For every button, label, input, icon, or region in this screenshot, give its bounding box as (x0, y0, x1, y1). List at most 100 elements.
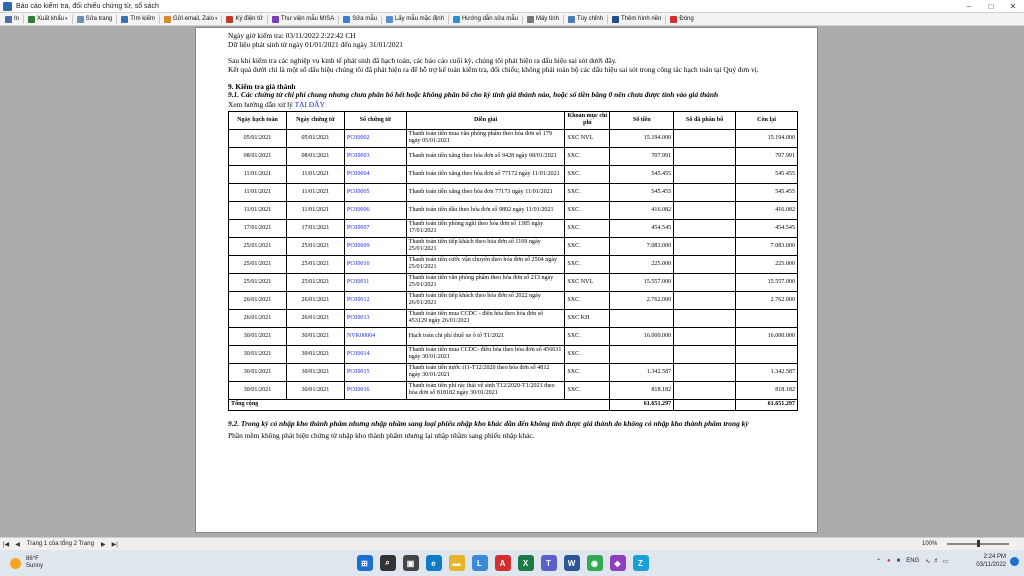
antivirus-icon[interactable]: ● (887, 558, 891, 564)
amount-cell: 454.545 (609, 218, 675, 238)
amount-cell: 416.082 (609, 200, 675, 220)
zalo-icon[interactable]: Z (632, 555, 649, 571)
chevron-up-icon[interactable]: ⌃ (876, 558, 881, 565)
subsection-9-2-title: 9.2. Trong kỳ có nhập kho thành phẩm như… (228, 418, 749, 428)
weather-widget[interactable]: 86°F Sunny (10, 556, 130, 570)
cost-item-cell: SXC. (564, 254, 611, 274)
word-icon[interactable]: W (563, 555, 580, 571)
table-row: 30/01/2021 30/01/2021 NVK00004 Hạch toán ch… (228, 326, 798, 346)
language-indicator[interactable]: ENG (906, 558, 919, 564)
remaining-amount-cell: 818.182 (735, 380, 798, 400)
remaining-amount-cell: 454.545 (735, 218, 798, 238)
toolbar-item-calculator[interactable]: Máy tính (524, 13, 562, 25)
posting-date-cell: 25/01/2021 (228, 236, 287, 256)
toolbar-item-background[interactable]: Thêm hình nền (609, 13, 664, 25)
table-row: 11/01/2021 11/01/2021 PC00006 Thanh toán ti… (228, 200, 798, 220)
task-view-icon[interactable]: ▣ (402, 555, 419, 571)
cost-item-cell: SXC. (564, 290, 611, 310)
toolbar-item-email[interactable]: Gửi email, Zalo ▾ (161, 13, 221, 25)
allocated-amount-cell (673, 254, 737, 274)
last-page-icon[interactable]: ▶| (112, 541, 118, 548)
excel-icon[interactable]: X (517, 555, 534, 571)
clock[interactable]: 2:24 PM 03/11/2022 (958, 553, 1006, 569)
close-icon (670, 15, 678, 23)
toolbar-item-help[interactable]: Hướng dẫn sửa mẫu (450, 13, 521, 25)
remaining-amount-cell: 225.000 (735, 254, 798, 274)
table-row: 26/01/2021 26/01/2021 PC00013 Thanh toán ti… (228, 308, 798, 328)
maximize-button[interactable]: □ (980, 0, 1002, 13)
toolbar-item-settings[interactable]: Tùy chỉnh (565, 13, 606, 25)
description-cell: Thanh toán tiền văn phòng phẩm theo hóa … (405, 272, 566, 292)
battery-icon[interactable]: ▭ (942, 558, 948, 565)
zoom-level: 100% (922, 541, 938, 547)
signature-icon (226, 15, 234, 23)
cost-item-cell: SXC. (564, 200, 611, 220)
guide-link[interactable]: TẠI ĐÂY (295, 100, 325, 109)
volume-icon[interactable]: ♬ (933, 558, 939, 564)
table-row: 25/01/2021 25/01/2021 PC00011 Thanh toán ti… (228, 272, 798, 292)
voucher-number-cell[interactable]: NVK00004 (343, 326, 407, 346)
toolbar-item-close[interactable]: Đóng (667, 13, 696, 25)
data-period: Dữ liệu phát sinh từ ngày 01/01/2021 đến… (228, 40, 403, 49)
close-window-button[interactable]: ✕ (1002, 0, 1024, 13)
intro-paragraph-2: Kết quả dưới chỉ là một số dấu hiệu chún… (228, 65, 759, 74)
toolbar-item-page-edit[interactable]: Sửa trang (74, 13, 116, 25)
next-page-icon[interactable]: ▶ (101, 541, 106, 548)
app-tray-icon[interactable]: ■ (897, 558, 901, 564)
file-explorer-icon[interactable]: ▬ (448, 555, 465, 571)
toolbar-item-default-template[interactable]: Lấy mẫu mặc định (383, 13, 447, 25)
acrobat-icon[interactable]: A (494, 555, 511, 571)
notification-icon[interactable] (1010, 556, 1019, 566)
voucher-number-cell[interactable]: PC00002 (343, 128, 407, 148)
toolbar-item-search[interactable]: Tìm kiếm (118, 13, 158, 25)
voucher-number-cell[interactable]: PC00010 (343, 254, 407, 274)
toolbar-item-printer[interactable]: In (2, 13, 22, 25)
voucher-number-cell[interactable]: PC00011 (343, 272, 407, 292)
voucher-number-cell[interactable]: PC00012 (343, 290, 407, 310)
toolbar-item-signature[interactable]: Ký điện tử (223, 13, 265, 25)
amount-cell: 1.342.587 (609, 362, 675, 382)
teams-icon[interactable]: T (540, 555, 557, 571)
voucher-number-cell[interactable]: PC00015 (343, 362, 407, 382)
remaining-amount-cell: 707.991 (735, 146, 798, 166)
prev-page-icon[interactable]: ◀ (15, 541, 20, 548)
table-row: 30/01/2021 30/01/2021 PC00015 Thanh toán ti… (228, 362, 798, 382)
minimize-button[interactable]: – (958, 0, 980, 13)
report-viewport[interactable]: Ngày giờ kiểm tra: 03/11/2022 2:22:42 CH… (0, 27, 1024, 537)
toolbar-item-label: Máy tính (535, 16, 559, 22)
chrome-icon[interactable]: ◉ (586, 555, 603, 571)
voucher-number-cell[interactable]: PC00014 (343, 344, 407, 364)
voucher-number-cell[interactable]: PC00004 (343, 164, 407, 184)
zoom-slider-handle[interactable] (976, 540, 980, 547)
voucher-number-cell[interactable]: PC00007 (343, 218, 407, 238)
first-page-icon[interactable]: |◀ (3, 541, 9, 548)
toolbar-item-edit-template[interactable]: Sửa mẫu (340, 13, 380, 25)
voucher-number-cell[interactable]: PC00005 (343, 182, 407, 202)
voucher-number-cell[interactable]: PC00016 (343, 380, 407, 400)
voucher-number-cell[interactable]: PC00009 (343, 236, 407, 256)
windows-start-icon[interactable]: ⊞ (356, 555, 373, 571)
voucher-number-cell[interactable]: PC00006 (343, 200, 407, 220)
app-l-icon[interactable]: L (471, 555, 488, 571)
chevron-down-icon[interactable]: ▾ (65, 16, 68, 22)
app-purple-icon[interactable]: ◆ (609, 555, 626, 571)
toolbar-item-library[interactable]: Thư viện mẫu MISA (269, 13, 337, 25)
page-edit-icon (76, 15, 84, 23)
cost-item-cell: SXC. (564, 380, 611, 400)
wifi-icon[interactable]: ∿ (925, 558, 930, 565)
search-icon[interactable]: ⌕ (379, 555, 396, 571)
zoom-slider[interactable] (947, 540, 1009, 547)
toolbar-item-label: Tùy chỉnh (576, 16, 603, 22)
edge-icon[interactable]: e (425, 555, 442, 571)
toolbar-item-export[interactable]: Xuất khẩu ▾ (25, 13, 71, 25)
export-icon (28, 15, 36, 23)
chevron-down-icon[interactable]: ▾ (215, 16, 218, 22)
allocated-amount-cell (673, 218, 737, 238)
voucher-number-cell[interactable]: PC00013 (343, 308, 407, 328)
allocated-amount-cell (673, 272, 737, 292)
table-header-row: Ngày hạch toán Ngày chứng từ Số chứng từ Di… (228, 110, 798, 130)
description-cell: Thanh toán tiền nước t11-T12/2020 theo h… (405, 362, 566, 382)
allocated-amount-cell (673, 146, 737, 166)
voucher-number-cell[interactable]: PC00003 (343, 146, 407, 166)
amount-cell: 707.991 (609, 146, 675, 166)
